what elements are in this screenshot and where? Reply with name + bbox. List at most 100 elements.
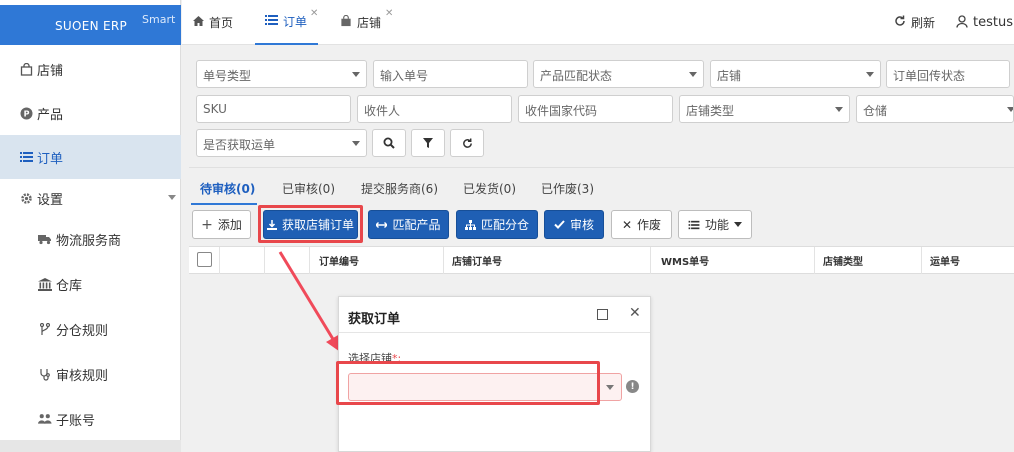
- highlight-box: [336, 361, 600, 405]
- sidebar-item-product[interactable]: P 产品: [0, 91, 181, 135]
- order-type-select[interactable]: 单号类型: [196, 60, 367, 88]
- status-tab-voided[interactable]: 已作废(3): [541, 180, 594, 197]
- status-tab-submitted[interactable]: 提交服务商(6): [361, 180, 438, 197]
- table-header-shop-type[interactable]: 店铺类型: [814, 247, 921, 274]
- tab-home[interactable]: 首页: [193, 0, 233, 45]
- receiver-input[interactable]: 收件人: [357, 95, 512, 123]
- reset-button[interactable]: [450, 129, 484, 157]
- functions-label: 功能: [704, 218, 729, 232]
- sidebar-item-label: 产品: [37, 107, 64, 123]
- dialog-header: 获取订单 ✕: [339, 297, 650, 333]
- sidebar-item-label: 订单: [37, 151, 64, 167]
- chevron-down-icon: [168, 195, 176, 200]
- close-icon[interactable]: ✕: [629, 305, 641, 321]
- list-icon: [265, 14, 278, 29]
- shop-select[interactable]: 店铺: [710, 60, 881, 88]
- arrows-horizontal-icon: [376, 221, 388, 228]
- match-product-button[interactable]: 匹配产品: [368, 210, 449, 239]
- void-button[interactable]: ✕ 作废: [611, 210, 672, 239]
- plus-icon: +: [201, 216, 213, 233]
- chevron-down-icon: [352, 141, 360, 146]
- void-label: 作废: [637, 218, 662, 232]
- truck-icon: [38, 232, 52, 246]
- tab-orders[interactable]: 订单: [255, 0, 318, 45]
- sidebar-item-logistics[interactable]: 物流服务商: [0, 217, 181, 261]
- status-tab-approved[interactable]: 已审核(0): [282, 180, 335, 197]
- chevron-down-icon: [1007, 107, 1013, 112]
- close-icon[interactable]: ✕: [310, 8, 318, 19]
- fetch-shop-orders-button[interactable]: 获取店铺订单: [263, 210, 358, 239]
- product-p-icon: P: [19, 106, 33, 120]
- svg-text:P: P: [23, 109, 29, 118]
- sidebar-item-shop[interactable]: 店铺: [0, 47, 181, 91]
- sidebar: SUOEN ERP Smart 店铺 P 产品 订单 设置 物流服务商 仓库 分…: [0, 0, 181, 452]
- add-button[interactable]: + 添加: [192, 210, 251, 239]
- match-warehouse-button[interactable]: 匹配分仓: [456, 210, 538, 239]
- close-icon[interactable]: ✕: [385, 8, 393, 19]
- shop-type-value: 店铺类型: [686, 104, 735, 118]
- bank-icon: [38, 277, 52, 291]
- tab-label: 店铺: [357, 16, 382, 30]
- maximize-icon[interactable]: [597, 309, 608, 320]
- sidebar-item-warehouse[interactable]: 仓库: [0, 262, 181, 306]
- waybill-select[interactable]: 是否获取运单: [196, 129, 367, 157]
- info-icon[interactable]: !: [626, 380, 639, 393]
- status-tab-pending[interactable]: 待审核(0): [200, 180, 255, 197]
- filter-button[interactable]: [411, 129, 445, 157]
- sku-input[interactable]: SKU: [196, 95, 351, 123]
- shop-bag-icon: [340, 14, 352, 30]
- user-icon: [956, 14, 968, 31]
- upload-status-value: 订单回传状态: [893, 69, 966, 83]
- sidebar-item-split-rules[interactable]: 分仓规则: [0, 307, 181, 351]
- receiver-placeholder: 收件人: [364, 104, 401, 118]
- filter-icon: [423, 138, 433, 148]
- brand-name: SUOEN ERP: [55, 19, 128, 33]
- status-tab-shipped[interactable]: 已发货(0): [463, 180, 516, 197]
- tab-shop[interactable]: 店铺: [340, 0, 381, 45]
- shop-type-select[interactable]: 店铺类型: [679, 95, 850, 123]
- refresh-button[interactable]: 刷新: [894, 0, 935, 45]
- download-icon: [266, 219, 277, 230]
- sidebar-item-orders[interactable]: 订单: [0, 135, 181, 179]
- stethoscope-icon: [38, 367, 52, 381]
- upload-status-select[interactable]: 订单回传状态: [886, 60, 1010, 88]
- sidebar-item-label: 审核规则: [56, 368, 109, 384]
- warehouse-select[interactable]: 仓储: [856, 95, 1014, 123]
- sidebar-item-settings[interactable]: 设置: [0, 176, 181, 220]
- tab-label: 首页: [209, 16, 234, 30]
- match-product-label: 匹配产品: [392, 218, 441, 232]
- table-header-waybill-no[interactable]: 运单号: [921, 247, 1014, 274]
- shop-bag-icon: [19, 62, 33, 76]
- search-button[interactable]: [372, 129, 406, 157]
- shop-value: 店铺: [717, 69, 742, 83]
- table-header-wms-no[interactable]: WMS单号: [650, 247, 814, 274]
- sidebar-footer: [0, 440, 181, 452]
- dialog-title: 获取订单: [348, 312, 401, 327]
- sidebar-item-label: 子账号: [56, 413, 96, 429]
- brand-header[interactable]: SUOEN ERP Smart: [0, 5, 181, 45]
- users-icon: [38, 412, 52, 426]
- user-name: testus: [973, 15, 1013, 30]
- order-no-input[interactable]: 输入单号: [373, 60, 528, 88]
- select-all-checkbox[interactable]: [197, 252, 212, 267]
- table-header-blank: [219, 247, 264, 274]
- waybill-value: 是否获取运单: [203, 138, 276, 152]
- sidebar-item-sub-accounts[interactable]: 子账号: [0, 397, 181, 441]
- add-label: 添加: [217, 218, 242, 232]
- search-icon: [383, 137, 395, 149]
- sidebar-item-label: 店铺: [37, 63, 64, 79]
- close-icon: ✕: [621, 217, 633, 232]
- caret-down-icon: [734, 222, 742, 227]
- chevron-down-icon: [606, 385, 614, 390]
- top-tab-bar: 首页 订单 ✕ 店铺 ✕ 刷新 testus: [182, 0, 1014, 45]
- match-status-select[interactable]: 产品匹配状态: [533, 60, 704, 88]
- sidebar-item-review-rules[interactable]: 审核规则: [0, 352, 181, 396]
- chevron-down-icon: [352, 72, 360, 77]
- country-code-input[interactable]: 收件国家代码: [518, 95, 673, 123]
- user-menu[interactable]: testus: [956, 0, 1013, 45]
- table-header-shop-order-no[interactable]: 店铺订单号: [443, 247, 650, 274]
- functions-dropdown-button[interactable]: 功能: [678, 210, 752, 239]
- list-icon: [688, 220, 700, 229]
- order-type-value: 单号类型: [203, 69, 252, 83]
- approve-button[interactable]: 审核: [544, 210, 604, 239]
